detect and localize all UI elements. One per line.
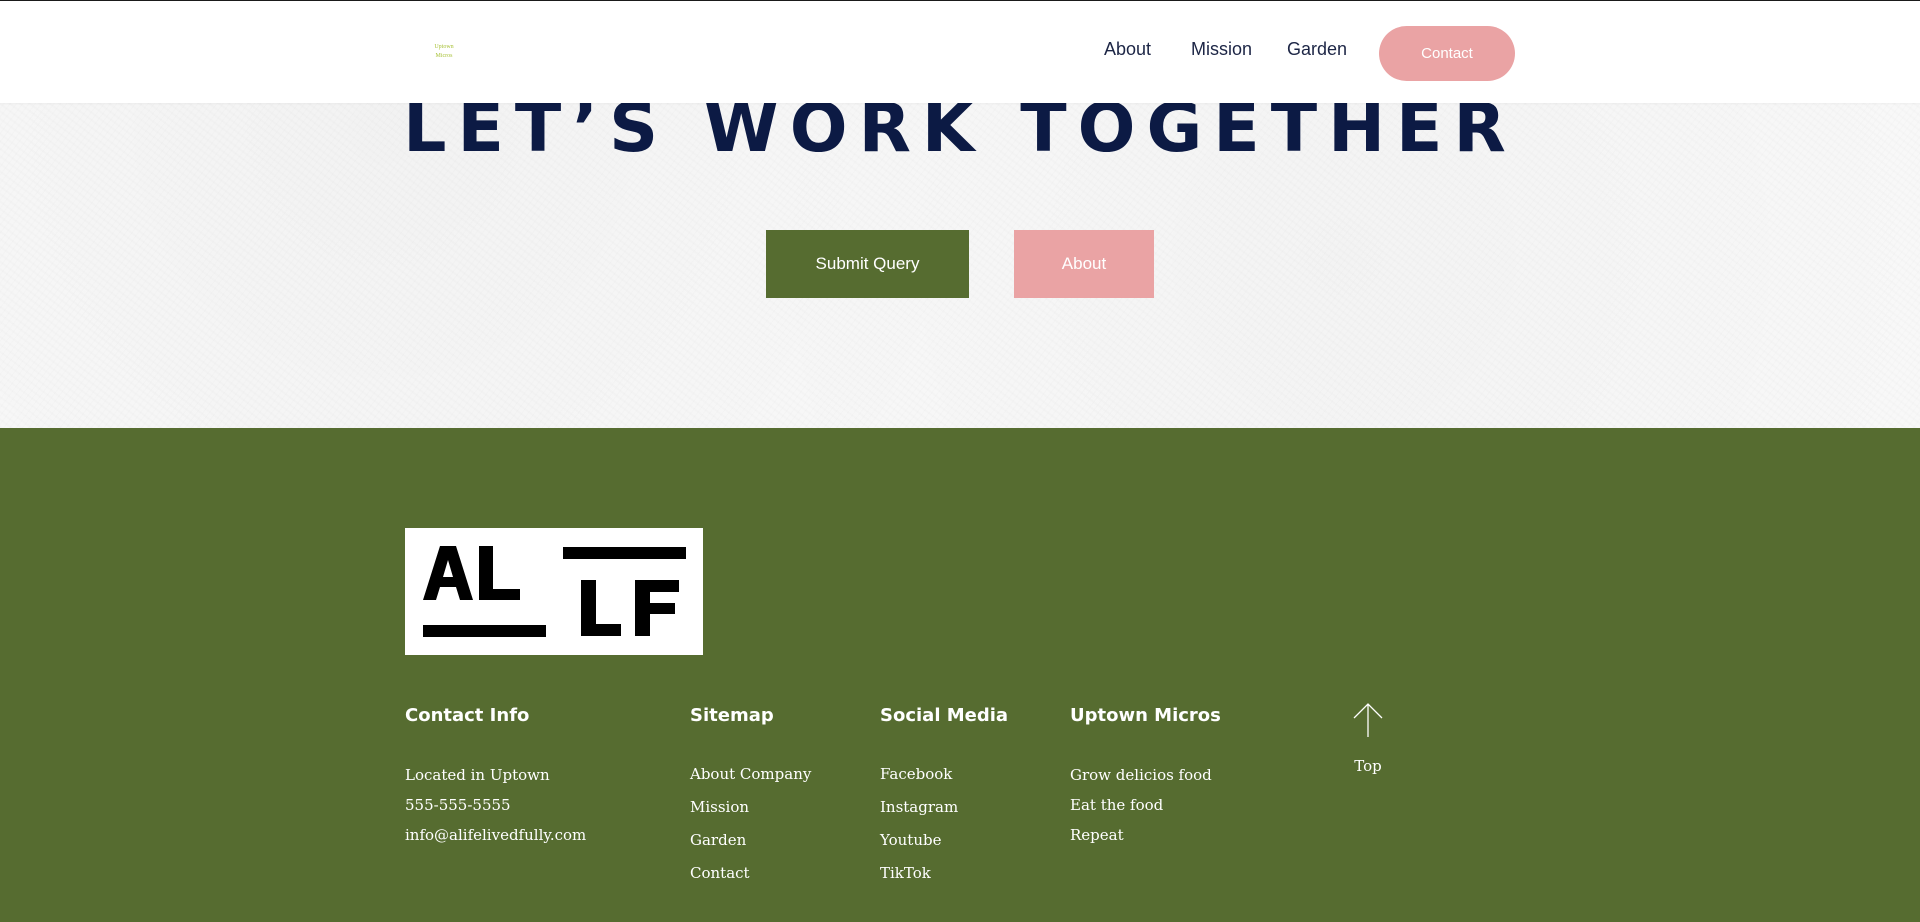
uptown-micros-title: Uptown Micros [1070,705,1221,726]
micros-item: Repeat [1070,826,1124,844]
sitemap-garden-link[interactable]: Garden [690,824,811,857]
page: LET’S WORK TOGETHER Submit Query About U… [0,0,1920,922]
brand-logo [405,528,703,655]
micros-item: Eat the food [1070,796,1164,814]
nav-about-link[interactable]: About [1104,39,1151,60]
back-to-top-label: Top [1354,757,1382,775]
contact-info-title: Contact Info [405,705,530,726]
micros-item: Grow delicios food [1070,766,1212,784]
social-facebook-link[interactable]: Facebook [880,758,958,791]
contact-info-list: Located in Uptown 555-555-5555 info@alif… [405,760,586,850]
about-button[interactable]: About [1014,230,1154,298]
uptown-micros-list: Grow delicios food Eat the food Repeat [1070,760,1212,850]
social-youtube-link[interactable]: Youtube [880,824,958,857]
social-tiktok-link[interactable]: TikTok [880,857,958,890]
site-header: Uptown Micros About Mission Garden Conta… [0,0,1920,103]
contact-location: Located in Uptown [405,766,550,784]
contact-email[interactable]: info@alifelivedfully.com [405,820,586,850]
sitemap-about-company-link[interactable]: About Company [690,758,811,791]
social-media-list: Facebook Instagram Youtube TikTok [880,758,958,890]
sitemap-title: Sitemap [690,705,774,726]
social-instagram-link[interactable]: Instagram [880,791,958,824]
submit-query-button[interactable]: Submit Query [766,230,969,298]
allf-logo-mark [423,546,686,637]
nav-contact-button[interactable]: Contact [1379,26,1515,81]
site-footer: Contact Info Located in Uptown 555-555-5… [0,428,1920,922]
logo-line-2: Micros [435,53,453,59]
back-to-top-link[interactable]: Top [1350,702,1386,775]
nav-mission-link[interactable]: Mission [1191,39,1252,60]
logo-line-1: Uptown [434,44,454,50]
arrow-up-icon [1353,703,1383,737]
sitemap-list: About Company Mission Garden Contact [690,758,811,890]
site-logo[interactable]: Uptown Micros [428,43,460,61]
contact-phone: 555-555-5555 [405,796,511,814]
sitemap-contact-link[interactable]: Contact [690,857,811,890]
sitemap-mission-link[interactable]: Mission [690,791,811,824]
social-media-title: Social Media [880,705,1009,726]
nav-garden-link[interactable]: Garden [1287,39,1347,60]
